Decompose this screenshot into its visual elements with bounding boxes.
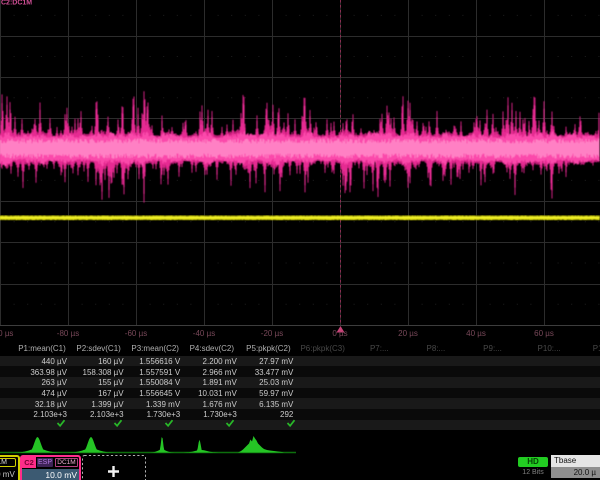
svg-text:-20 µs: -20 µs <box>261 329 283 338</box>
svg-text:-60 µs: -60 µs <box>125 329 147 338</box>
svg-text:60 µs: 60 µs <box>534 329 554 338</box>
svg-text:-40 µs: -40 µs <box>193 329 215 338</box>
svg-text:20 µs: 20 µs <box>398 329 418 338</box>
svg-text:40 µs: 40 µs <box>466 329 486 338</box>
svg-text:-100 µs: -100 µs <box>0 329 13 338</box>
svg-text:-80 µs: -80 µs <box>57 329 79 338</box>
svg-text:0 µs: 0 µs <box>332 329 347 338</box>
svg-text:C2:DC1M: C2:DC1M <box>1 0 32 7</box>
